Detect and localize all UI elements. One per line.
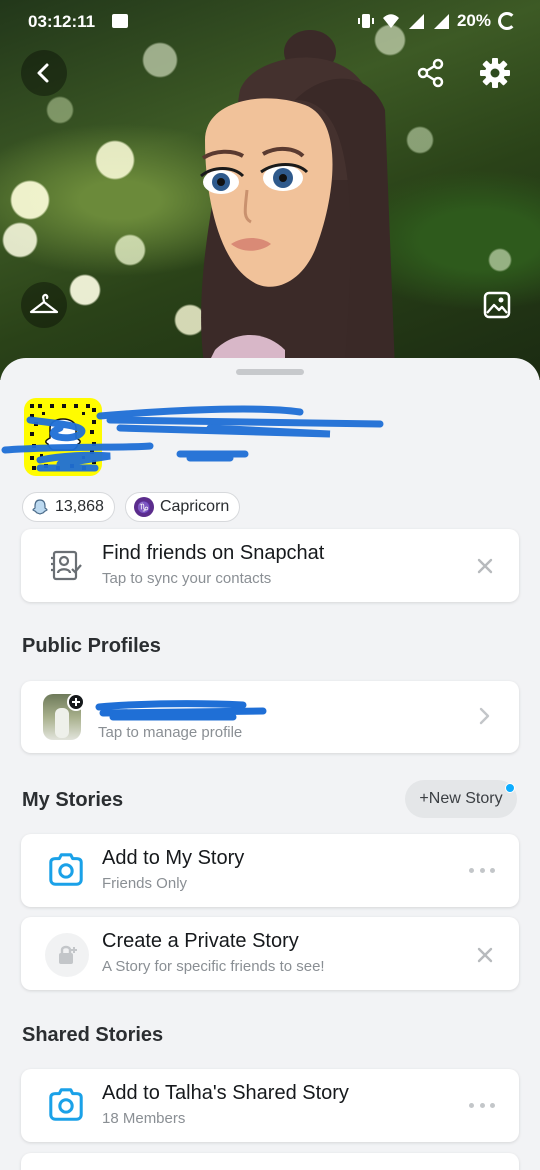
snap-score-chip[interactable]: 13,868 <box>22 492 115 522</box>
public-profile-subtitle: Tap to manage profile <box>98 724 243 741</box>
public-profile-card[interactable]: Tap to manage profile <box>21 681 519 753</box>
shared-story-title: Add to Talha's Shared Story <box>102 1082 349 1104</box>
private-story-icon <box>45 933 89 977</box>
next-shared-story-card-partial[interactable] <box>21 1153 519 1170</box>
ghost-score-icon <box>32 499 48 515</box>
find-friends-title: Find friends on Snapchat <box>102 542 325 564</box>
status-indicators: 20% <box>357 11 516 31</box>
create-private-story-card[interactable]: Create a Private Story A Story for speci… <box>21 917 519 990</box>
profile-header-background <box>0 0 540 380</box>
sheet-grabber[interactable] <box>236 369 304 375</box>
camera-icon <box>47 851 85 889</box>
dismiss-find-friends-button[interactable] <box>473 554 497 578</box>
profile-sheet: 13,868 ♑ Capricorn Find friends on Snapc… <box>0 358 540 1170</box>
public-profiles-heading: Public Profiles <box>22 635 161 657</box>
find-friends-card[interactable]: Find friends on Snapchat Tap to sync you… <box>21 529 519 602</box>
create-private-story-title: Create a Private Story <box>102 930 299 952</box>
shared-stories-heading: Shared Stories <box>22 1024 164 1046</box>
status-bar: 03:12:11 20% <box>0 0 540 44</box>
background-button[interactable] <box>474 282 520 328</box>
share-button[interactable] <box>408 50 454 96</box>
dress-up-button[interactable] <box>21 282 67 328</box>
dismiss-private-story-button[interactable] <box>473 943 497 967</box>
chevron-right-icon <box>479 707 491 730</box>
notification-dot <box>505 783 515 793</box>
battery-charging-icon <box>498 12 516 30</box>
signal-icon <box>408 14 424 29</box>
snap-score-value: 13,868 <box>55 498 104 515</box>
settings-button[interactable] <box>472 50 518 96</box>
redacted-profile-name-scribble <box>95 700 267 721</box>
vibrate-icon <box>357 14 374 28</box>
shared-story-subtitle: 18 Members <box>102 1110 186 1127</box>
back-button[interactable] <box>21 50 67 96</box>
hanger-icon <box>29 293 59 314</box>
add-to-my-story-title: Add to My Story <box>102 847 245 869</box>
new-story-label: +New Story <box>419 790 503 807</box>
zodiac-label: Capricorn <box>159 498 230 515</box>
shared-story-card[interactable]: Add to Talha's Shared Story 18 Members <box>21 1069 519 1142</box>
more-options-icon[interactable] <box>469 1100 495 1110</box>
wifi-icon <box>382 14 399 28</box>
image-icon <box>483 291 511 319</box>
camera-icon <box>47 1086 85 1124</box>
gear-icon <box>480 58 510 88</box>
battery-percent: 20% <box>456 11 491 30</box>
capricorn-icon: ♑ <box>133 497 154 517</box>
zodiac-chip[interactable]: ♑ Capricorn <box>124 492 241 522</box>
my-stories-heading: My Stories <box>22 789 124 811</box>
redacted-name-scribble <box>1 405 384 472</box>
create-private-story-subtitle: A Story for specific friends to see! <box>102 958 325 975</box>
signal-icon-2 <box>433 14 449 29</box>
contacts-sync-icon <box>47 547 85 585</box>
add-badge-icon <box>67 693 85 711</box>
share-icon <box>417 58 444 88</box>
add-to-my-story-subtitle: Friends Only <box>102 875 188 892</box>
gallery-notification-icon <box>112 14 128 28</box>
close-icon <box>477 947 493 963</box>
find-friends-subtitle: Tap to sync your contacts <box>102 570 272 587</box>
bitmoji-avatar <box>200 30 395 370</box>
chevron-left-icon <box>37 63 49 83</box>
more-options-icon[interactable] <box>469 865 495 875</box>
status-time: 03:12:11 <box>28 12 96 31</box>
close-icon <box>477 558 493 574</box>
new-story-button[interactable]: +New Story <box>405 780 517 818</box>
add-to-my-story-card[interactable]: Add to My Story Friends Only <box>21 834 519 907</box>
profile-chips: 13,868 ♑ Capricorn <box>22 492 241 522</box>
